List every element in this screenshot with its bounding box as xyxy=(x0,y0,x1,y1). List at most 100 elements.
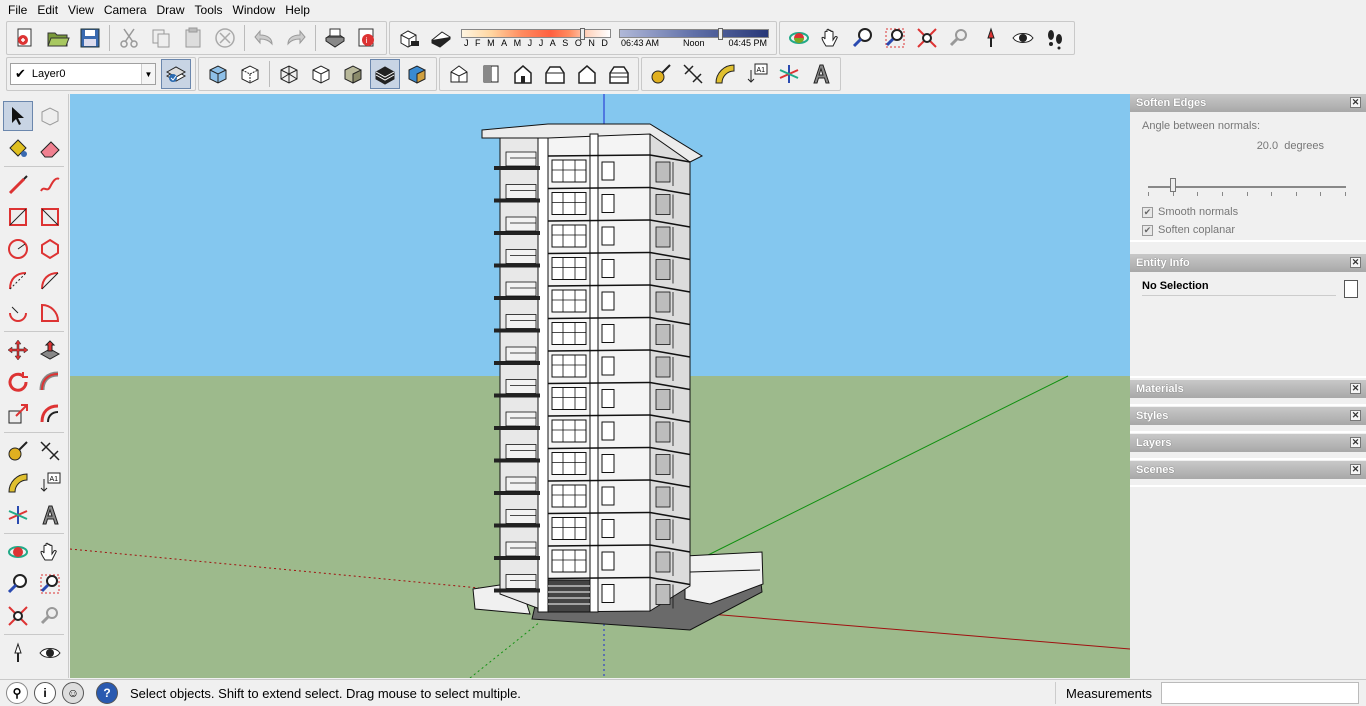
help-icon[interactable]: ? xyxy=(96,682,118,704)
orbit-icon[interactable] xyxy=(3,537,33,567)
zoom-extents-icon[interactable] xyxy=(912,23,942,53)
rectangle-icon[interactable] xyxy=(3,202,33,232)
scale-icon[interactable] xyxy=(3,399,33,429)
offset-icon[interactable] xyxy=(35,399,65,429)
model-viewport[interactable] xyxy=(70,94,1130,678)
monochrome-icon[interactable] xyxy=(402,59,432,89)
layer-dropdown[interactable]: ✔ Layer0 ▼ xyxy=(10,63,156,85)
cut-icon[interactable] xyxy=(114,23,144,53)
rotated-rectangle-icon[interactable] xyxy=(35,202,65,232)
user-icon[interactable]: ☺ xyxy=(62,682,84,704)
erase-icon[interactable] xyxy=(210,23,240,53)
angle-slider-thumb[interactable] xyxy=(1170,178,1176,192)
front-view-icon[interactable] xyxy=(508,59,538,89)
new-file-icon[interactable] xyxy=(11,23,41,53)
back-edges-icon[interactable] xyxy=(235,59,265,89)
dimension-icon[interactable] xyxy=(678,59,708,89)
print-icon[interactable] xyxy=(320,23,350,53)
menu-file[interactable]: File xyxy=(3,3,32,17)
paste-icon[interactable] xyxy=(178,23,208,53)
time-thumb[interactable] xyxy=(718,27,723,40)
position-camera-icon[interactable] xyxy=(976,23,1006,53)
zoom-window-icon[interactable] xyxy=(35,569,65,599)
close-icon[interactable]: ✕ xyxy=(1350,410,1361,421)
pie-icon[interactable] xyxy=(35,298,65,328)
zoom-icon[interactable] xyxy=(3,569,33,599)
iso-view-icon[interactable] xyxy=(444,59,474,89)
shaded-icon[interactable] xyxy=(338,59,368,89)
orbit-icon[interactable] xyxy=(784,23,814,53)
menu-tools[interactable]: Tools xyxy=(190,3,228,17)
protractor-icon[interactable] xyxy=(710,59,740,89)
layers-header[interactable]: Layers ✕ xyxy=(1130,434,1366,452)
axes-icon[interactable] xyxy=(774,59,804,89)
smooth-normals-row[interactable]: ✔ Smooth normals xyxy=(1142,206,1238,218)
menu-help[interactable]: Help xyxy=(280,3,315,17)
measurements-input[interactable] xyxy=(1161,682,1359,704)
three-point-arc-icon[interactable] xyxy=(3,298,33,328)
protractor-icon[interactable] xyxy=(3,468,33,498)
month-slider[interactable]: J F M A M J J A S O N D xyxy=(461,27,611,48)
styles-header[interactable]: Styles ✕ xyxy=(1130,407,1366,425)
previous-view-icon[interactable] xyxy=(944,23,974,53)
pan-icon[interactable] xyxy=(35,537,65,567)
smooth-normals-checkbox[interactable]: ✔ xyxy=(1142,206,1153,218)
freehand-icon[interactable] xyxy=(35,170,65,200)
close-icon[interactable]: ✕ xyxy=(1350,383,1361,394)
soften-edges-header[interactable]: Soften Edges ✕ xyxy=(1130,94,1366,112)
text-icon[interactable]: A1 xyxy=(742,59,772,89)
circle-icon[interactable] xyxy=(3,234,33,264)
push-pull-icon[interactable] xyxy=(35,335,65,365)
shaded-textures-icon[interactable] xyxy=(370,59,400,89)
close-icon[interactable]: ✕ xyxy=(1350,464,1361,475)
menu-camera[interactable]: Camera xyxy=(99,3,152,17)
undo-icon[interactable] xyxy=(249,23,279,53)
soften-coplanar-checkbox[interactable]: ✔ xyxy=(1142,224,1153,236)
styles-panel[interactable]: Styles ✕ xyxy=(1130,407,1366,433)
display-shadows-icon[interactable] xyxy=(426,23,456,53)
walk-icon[interactable] xyxy=(1040,23,1070,53)
scenes-panel[interactable]: Scenes ✕ xyxy=(1130,461,1366,487)
right-view-icon[interactable] xyxy=(540,59,570,89)
look-around-icon[interactable] xyxy=(1008,23,1038,53)
eraser-icon[interactable] xyxy=(35,133,65,163)
credits-icon[interactable]: i xyxy=(34,682,56,704)
month-thumb[interactable] xyxy=(580,27,585,40)
close-icon[interactable]: ✕ xyxy=(1350,437,1361,448)
look-around-icon[interactable] xyxy=(35,638,65,668)
layer-manager-icon[interactable] xyxy=(161,59,191,89)
month-bar[interactable] xyxy=(461,27,611,40)
wireframe-icon[interactable] xyxy=(274,59,304,89)
polygon-icon[interactable] xyxy=(35,234,65,264)
materials-header[interactable]: Materials ✕ xyxy=(1130,380,1366,398)
pan-icon[interactable] xyxy=(816,23,846,53)
menu-draw[interactable]: Draw xyxy=(152,3,190,17)
previous-view-icon[interactable] xyxy=(35,601,65,631)
menu-window[interactable]: Window xyxy=(228,3,281,17)
position-camera-icon[interactable] xyxy=(3,638,33,668)
make-component-icon[interactable] xyxy=(35,101,65,131)
copy-icon[interactable] xyxy=(146,23,176,53)
zoom-window-icon[interactable] xyxy=(880,23,910,53)
arc-icon[interactable] xyxy=(3,266,33,296)
save-icon[interactable] xyxy=(75,23,105,53)
axes-icon[interactable] xyxy=(3,500,33,530)
text-icon[interactable]: A1 xyxy=(35,468,65,498)
close-icon[interactable]: ✕ xyxy=(1350,97,1361,108)
follow-me-icon[interactable] xyxy=(35,367,65,397)
zoom-icon[interactable] xyxy=(848,23,878,53)
model-info-icon[interactable]: i xyxy=(352,23,382,53)
viewport-canvas[interactable] xyxy=(70,94,1130,678)
hidden-line-icon[interactable] xyxy=(306,59,336,89)
geolocation-icon[interactable]: ⚲ xyxy=(6,682,28,704)
time-slider[interactable]: 06:43 AM Noon 04:45 PM xyxy=(619,27,769,48)
materials-panel[interactable]: Materials ✕ xyxy=(1130,380,1366,406)
tape-measure-icon[interactable] xyxy=(646,59,676,89)
dimension-icon[interactable] xyxy=(35,436,65,466)
shadow-settings-icon[interactable] xyxy=(394,23,424,53)
redo-icon[interactable] xyxy=(281,23,311,53)
line-icon[interactable] xyxy=(3,170,33,200)
menu-view[interactable]: View xyxy=(63,3,99,17)
soften-coplanar-row[interactable]: ✔ Soften coplanar xyxy=(1142,224,1235,236)
scenes-header[interactable]: Scenes ✕ xyxy=(1130,461,1366,479)
